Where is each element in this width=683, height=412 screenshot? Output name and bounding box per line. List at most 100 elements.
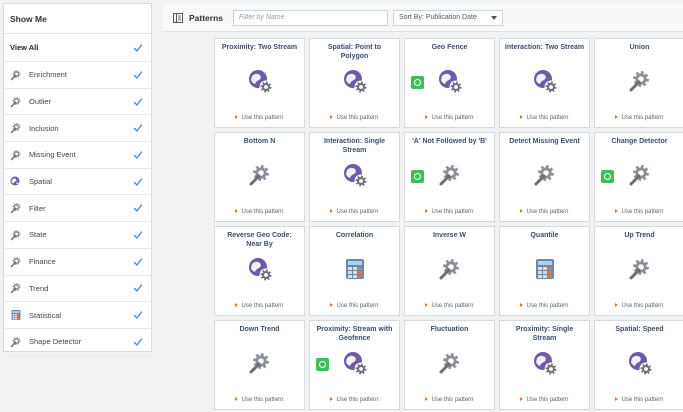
play-arrow-icon [425, 115, 429, 119]
sidebar-item-filter[interactable]: Filter [4, 195, 151, 223]
pattern-card[interactable]: Bottom N Use this pattern [214, 132, 305, 222]
use-pattern-label: Use this pattern [526, 397, 569, 403]
play-arrow-icon [235, 397, 239, 401]
globe-gear-icon [343, 351, 367, 376]
sidebar-item-label: Missing Event [29, 150, 76, 160]
sidebar-item-inclusion[interactable]: Inclusion [4, 115, 151, 143]
sidebar-title: Show Me [4, 4, 151, 34]
sidebar-item-spatial[interactable]: Spatial [4, 169, 151, 196]
use-pattern-label: Use this pattern [526, 115, 569, 121]
pattern-card[interactable]: Interaction: Two Stream Use this pattern [499, 38, 590, 128]
magnifier-gear-icon [10, 202, 22, 214]
pattern-card[interactable]: Up Trend Use this pattern [594, 226, 683, 316]
globe-gear-icon [533, 351, 557, 376]
panel-toggle-icon[interactable] [173, 12, 183, 23]
sidebar-item-shape-detector[interactable]: Shape Detector [4, 329, 151, 356]
pattern-title: Geo Fence [431, 44, 468, 51]
pattern-card[interactable]: Proximity: Single Stream Use this pattern [499, 320, 590, 410]
globe-gear-icon [248, 69, 272, 94]
pattern-card[interactable]: Spatial: Point to Polygon Use this patter… [309, 38, 400, 128]
magnifier-gear-icon [10, 122, 22, 134]
use-pattern-link[interactable]: Use this pattern [500, 397, 589, 403]
sort-select[interactable]: Sort By: Publication Date [393, 9, 504, 26]
pattern-grid: Proximity: Two Stream Use this pattern Spa… [214, 38, 683, 410]
use-pattern-link[interactable]: Use this pattern [595, 303, 683, 309]
sidebar-item-view-all[interactable]: View All [4, 34, 151, 62]
use-pattern-link[interactable]: Use this pattern [595, 209, 683, 215]
pattern-title: Inverse W [432, 232, 467, 239]
use-pattern-link[interactable]: Use this pattern [405, 115, 494, 121]
use-pattern-link[interactable]: Use this pattern [500, 303, 589, 309]
pattern-title: Union [629, 44, 650, 51]
use-pattern-label: Use this pattern [431, 397, 474, 403]
sidebar-item-state[interactable]: State [4, 222, 151, 249]
sidebar-item-statistical[interactable]: Statistical [4, 302, 151, 329]
pattern-card[interactable]: Fluctuation Use this pattern [404, 320, 495, 410]
use-pattern-link[interactable]: Use this pattern [310, 115, 399, 121]
use-pattern-link[interactable]: Use this pattern [500, 209, 589, 215]
checkmark-icon [133, 177, 143, 186]
use-pattern-link[interactable]: Use this pattern [595, 115, 683, 121]
checkmark-icon [133, 151, 143, 159]
use-pattern-label: Use this pattern [621, 115, 664, 121]
filter-input[interactable] [233, 9, 389, 26]
pattern-title: Down Trend [239, 326, 280, 333]
wrench-gear-icon [438, 257, 462, 281]
wrench-gear-icon [438, 163, 462, 187]
pattern-card[interactable]: Inverse W Use this pattern [404, 226, 495, 316]
use-pattern-label: Use this pattern [241, 209, 284, 215]
sidebar-item-outlier[interactable]: Outlier [4, 89, 151, 116]
use-pattern-link[interactable]: Use this pattern [310, 397, 399, 403]
sidebar-item-label: View All [10, 43, 39, 52]
use-pattern-label: Use this pattern [241, 303, 284, 309]
pattern-card[interactable]: Geo Fence Use this pattern [404, 38, 495, 128]
pattern-title: Fluctuation [430, 326, 469, 333]
use-pattern-link[interactable]: Use this pattern [215, 209, 304, 215]
magnifier-gear-icon [10, 229, 22, 241]
pattern-card[interactable]: 'A' Not Followed by 'B' Use this pattern [404, 132, 495, 222]
play-arrow-icon [330, 115, 334, 119]
use-pattern-link[interactable]: Use this pattern [215, 397, 304, 403]
use-pattern-link[interactable]: Use this pattern [500, 115, 589, 121]
pattern-card[interactable]: Detect Missing Event Use this pattern [499, 132, 590, 222]
checkmark-icon [133, 231, 143, 239]
pattern-title: Spatial: Speed [615, 326, 664, 333]
use-pattern-link[interactable]: Use this pattern [310, 303, 399, 309]
pattern-card[interactable]: Proximity: Two Stream Use this pattern [214, 38, 305, 128]
use-pattern-link[interactable]: Use this pattern [595, 397, 683, 403]
sidebar-item-enrichment[interactable]: Enrichment [4, 62, 151, 89]
pattern-title: Interaction: Two Stream [504, 44, 585, 51]
sidebar-item-label: Inclusion [29, 123, 59, 133]
pattern-title: 'A' Not Followed by 'B' [412, 138, 487, 145]
use-pattern-link[interactable]: Use this pattern [310, 209, 399, 215]
pattern-card[interactable]: Reverse Geo Code: Near By Use this patter… [214, 226, 305, 316]
pattern-title: Bottom N [243, 138, 276, 145]
pattern-title: Interaction: Single Stream [323, 138, 386, 154]
globe-gear-icon [343, 163, 367, 188]
pattern-card[interactable]: Spatial: Speed Use this pattern [594, 320, 683, 410]
play-arrow-icon [235, 209, 239, 213]
sidebar-item-finance[interactable]: Finance [4, 249, 151, 276]
pattern-card[interactable]: Proximity: Stream with Geofence Use this … [309, 320, 400, 410]
show-me-sidebar: Show Me View All Enrichment Outlier Inclusi… [3, 3, 152, 356]
use-pattern-link[interactable]: Use this pattern [405, 397, 494, 403]
pattern-card[interactable]: Quantile Use this pattern [499, 226, 590, 316]
magnifier-gear-icon [10, 69, 22, 81]
sidebar-item-trend[interactable]: Trend [4, 276, 151, 303]
pattern-card[interactable]: Change Detector Use this pattern [594, 132, 683, 222]
use-pattern-link[interactable]: Use this pattern [215, 115, 304, 121]
checkmark-icon [133, 284, 143, 293]
use-pattern-link[interactable]: Use this pattern [405, 303, 494, 309]
pattern-card[interactable]: Interaction: Single Stream Use this patte… [309, 132, 400, 222]
sidebar-item-missing-event[interactable]: Missing Event [4, 142, 151, 169]
wrench-gear-icon [628, 69, 652, 93]
use-pattern-label: Use this pattern [621, 303, 664, 309]
pattern-card[interactable]: Union Use this pattern [594, 38, 683, 128]
pattern-card[interactable]: Down Trend Use this pattern [214, 320, 305, 410]
pattern-card[interactable]: Correlation Use this pattern [309, 226, 400, 316]
play-arrow-icon [520, 209, 524, 213]
globe-gear-icon [438, 69, 462, 94]
use-pattern-link[interactable]: Use this pattern [405, 209, 494, 215]
globe-gear-icon [533, 69, 557, 94]
use-pattern-link[interactable]: Use this pattern [215, 303, 304, 309]
